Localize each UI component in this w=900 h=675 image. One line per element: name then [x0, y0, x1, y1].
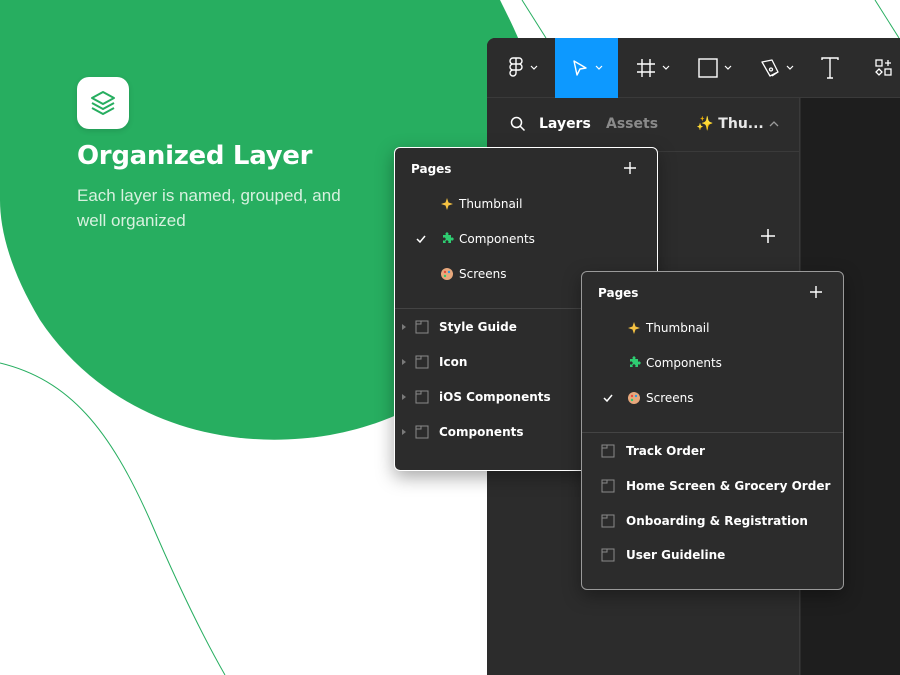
resources-button[interactable] — [869, 38, 899, 98]
text-tool-button[interactable] — [815, 38, 845, 98]
frame-label: User Guideline — [626, 548, 726, 562]
frame-label: Track Order — [626, 444, 705, 458]
frame-label: Components — [439, 425, 524, 439]
chevron-down-icon — [530, 65, 538, 70]
divider — [582, 432, 843, 433]
chevron-down-icon — [724, 65, 732, 70]
frame-icon — [415, 425, 429, 439]
frame-label: Home Screen & Grocery Order — [626, 479, 831, 493]
chevron-down-icon — [595, 65, 602, 70]
frame-icon — [601, 444, 615, 458]
caret-right-icon[interactable] — [401, 322, 407, 332]
pen-tool-icon — [761, 59, 779, 77]
panel-tabs: Layers Assets ✨ Thu... — [487, 98, 800, 152]
current-page-selector[interactable]: ✨ Thu... — [696, 116, 764, 132]
palette-icon — [441, 268, 453, 280]
add-page-icon[interactable] — [760, 228, 776, 244]
chevron-down-icon — [786, 65, 794, 70]
page-label: Thumbnail — [459, 197, 523, 211]
page-item-thumbnail[interactable]: Thumbnail — [582, 317, 843, 341]
frame-icon — [415, 355, 429, 369]
frame-label: Onboarding & Registration — [626, 514, 808, 528]
checkmark-icon — [416, 235, 426, 244]
pages-header: Pages — [411, 162, 452, 176]
frame-item-home-screen[interactable]: Home Screen & Grocery Order — [582, 475, 843, 499]
page-item-components[interactable]: Components — [395, 228, 657, 252]
diagonal-line-2 — [874, 0, 900, 39]
pages-popup-b: Pages Thumbnail Components Screens Track… — [581, 271, 844, 590]
hero-section: Organized Layer Each layer is named, gro… — [77, 77, 377, 233]
frame-label: Style Guide — [439, 320, 517, 334]
resources-icon — [875, 59, 892, 76]
add-page-icon[interactable] — [623, 161, 637, 175]
frame-label: Icon — [439, 355, 468, 369]
add-page-icon[interactable] — [809, 285, 823, 299]
page-label: Thumbnail — [646, 321, 710, 335]
frame-item-user-guideline[interactable]: User Guideline — [582, 544, 843, 568]
figma-menu-button[interactable] — [501, 38, 545, 98]
caret-right-icon[interactable] — [401, 427, 407, 437]
hero-description: Each layer is named, grouped, and well o… — [77, 186, 341, 230]
rectangle-tool-icon — [698, 58, 718, 78]
caret-right-icon[interactable] — [401, 392, 407, 402]
frame-icon — [601, 479, 615, 493]
chevron-down-icon — [662, 65, 670, 70]
sparkles-icon — [628, 322, 640, 334]
frame-item-onboarding[interactable]: Onboarding & Registration — [582, 510, 843, 534]
page-label: Components — [646, 356, 722, 370]
toolbar — [487, 38, 900, 98]
text-tool-icon — [821, 57, 839, 79]
page-item-thumbnail[interactable]: Thumbnail — [395, 193, 657, 217]
frame-tool-button[interactable] — [629, 38, 677, 98]
tab-assets[interactable]: Assets — [606, 116, 658, 132]
sparkles-icon — [441, 198, 453, 210]
frame-icon — [601, 548, 615, 562]
page-item-screens[interactable]: Screens — [582, 387, 843, 411]
search-icon[interactable] — [510, 116, 526, 132]
layers-logo-icon — [77, 77, 129, 129]
tab-layers[interactable]: Layers — [539, 116, 591, 132]
pen-tool-button[interactable] — [753, 38, 801, 98]
puzzle-icon — [630, 356, 641, 367]
move-tool-icon — [572, 60, 587, 76]
frame-icon — [601, 514, 615, 528]
diagonal-line-1 — [521, 0, 547, 39]
frame-icon — [415, 320, 429, 334]
chevron-up-icon[interactable] — [769, 120, 779, 128]
figma-menu-icon — [509, 57, 523, 77]
puzzle-icon — [443, 232, 454, 243]
frame-tool-icon — [637, 59, 655, 77]
hero-title: Organized Layer — [77, 141, 313, 171]
move-tool-button[interactable] — [555, 38, 618, 98]
caret-right-icon[interactable] — [401, 357, 407, 367]
palette-icon — [628, 392, 640, 404]
frame-label: iOS Components — [439, 390, 551, 404]
shape-tool-button[interactable] — [691, 38, 739, 98]
frame-icon — [415, 390, 429, 404]
page-item-components[interactable]: Components — [582, 352, 843, 376]
page-label: Screens — [646, 391, 694, 405]
frame-item-track-order[interactable]: Track Order — [582, 440, 843, 464]
page-label: Components — [459, 232, 535, 246]
page-label: Screens — [459, 267, 507, 281]
pages-header: Pages — [598, 286, 639, 300]
checkmark-icon — [603, 394, 613, 403]
